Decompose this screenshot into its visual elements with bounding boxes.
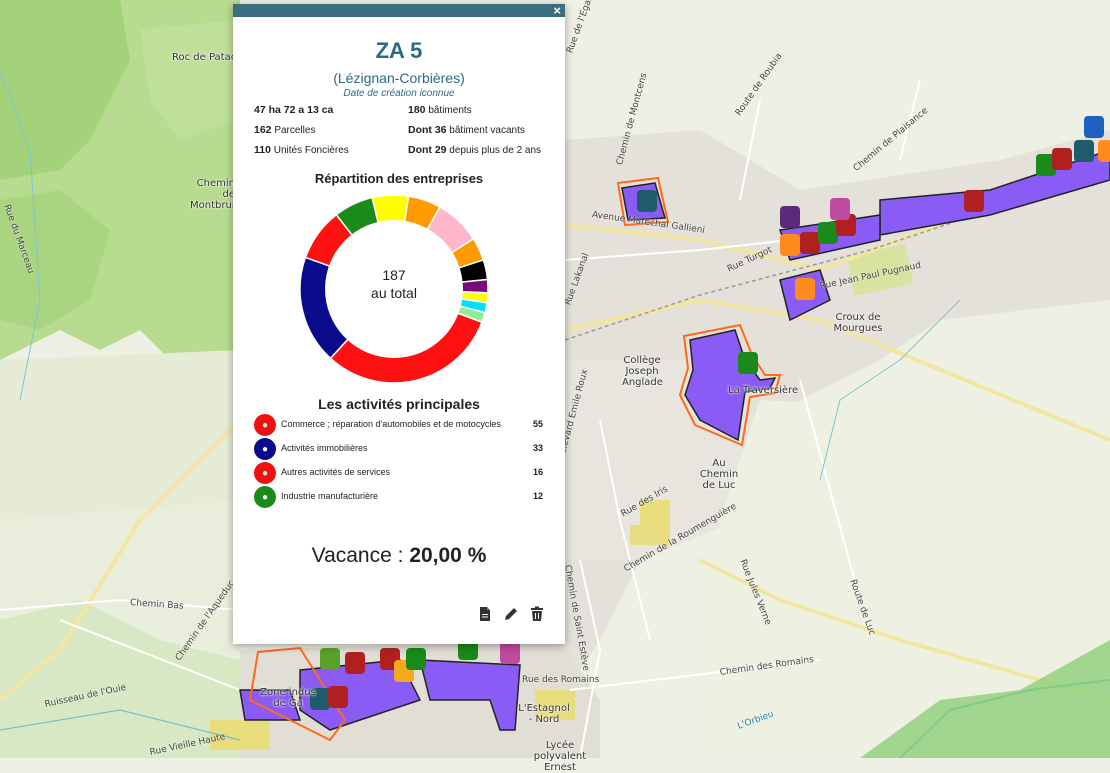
map-label-lycee: Lycée polyvalent Ernest (533, 740, 587, 773)
popup-header-bar: × (233, 3, 565, 18)
activity-count: 33 (532, 443, 543, 453)
stat-area: 47 ha 72 a 13 ca (254, 104, 334, 116)
stat-parcels: 162 Parcelles (254, 124, 316, 136)
donut-chart: 187 au total (299, 194, 489, 384)
map-label-croux: Croux de Mourgues (833, 312, 883, 334)
vacance-rate: Vacance : 20,00 % (311, 544, 487, 567)
zone-creation-date: Date de création iconnue (343, 88, 455, 99)
map-label-zone: Zone indus de Ga (260, 687, 316, 709)
map-label-college: Collège Joseph Anglade (622, 355, 663, 388)
activity-row: ● Activités immobilières 33 (254, 438, 546, 460)
zone-title: ZA 5 (375, 38, 423, 63)
activity-count: 16 (532, 467, 543, 477)
map-label-roc: Roc de Pataco (172, 52, 243, 63)
map-label-estagnol: L'Estagnol - Nord (518, 703, 570, 725)
popup-toolbar (477, 606, 545, 622)
donut-total-label: au total (371, 285, 417, 301)
factory-icon: ● (254, 486, 276, 508)
stat-vacant-buildings: Dont 36 bâtiment vacants (408, 124, 525, 136)
document-icon[interactable] (477, 606, 493, 622)
activity-label: Activités immobilières (281, 443, 368, 453)
activities-title: Les activités principales (318, 396, 480, 412)
activity-label: Autres activités de services (281, 467, 391, 477)
activity-label: Industrie manufacturière (281, 491, 379, 501)
edit-icon[interactable] (503, 606, 519, 622)
activity-count: 12 (532, 491, 543, 501)
activity-row: ● Commerce ; réparation d'automobiles et … (254, 414, 546, 436)
close-button[interactable]: × (553, 3, 561, 18)
map-label-chemin-montbrun: Chemin de Montbrun (190, 178, 239, 211)
zone-popup: × ZA 5 (Lézignan-Corbières) Date de créa… (233, 3, 565, 644)
stat-buildings: 180 bâtiments (408, 104, 472, 116)
activity-row: ● Industrie manufacturière 12 (254, 486, 546, 508)
service-icon: ● (254, 462, 276, 484)
activity-label: Commerce ; réparation d'automobiles et d… (281, 419, 501, 429)
zone-commune: (Lézignan-Corbières) (333, 70, 465, 86)
map-label-chemin-luc: Au Chemin de Luc (699, 458, 739, 491)
building-icon: ● (254, 438, 276, 460)
car-icon: ● (254, 414, 276, 436)
activity-row: ● Autres activités de services 16 (254, 462, 546, 484)
trash-icon[interactable] (529, 606, 545, 622)
stat-units: 110 Unités Foncières (254, 144, 349, 156)
repartition-title: Répartition des entreprises (314, 171, 484, 186)
road-label: Rue des Romains (522, 675, 600, 685)
donut-total: 187 (382, 267, 406, 283)
stat-old-vacant: Dont 29 depuis plus de 2 ans (408, 144, 542, 156)
activity-count: 55 (532, 419, 543, 429)
map-label-traversiere: La Traversière (728, 385, 799, 396)
